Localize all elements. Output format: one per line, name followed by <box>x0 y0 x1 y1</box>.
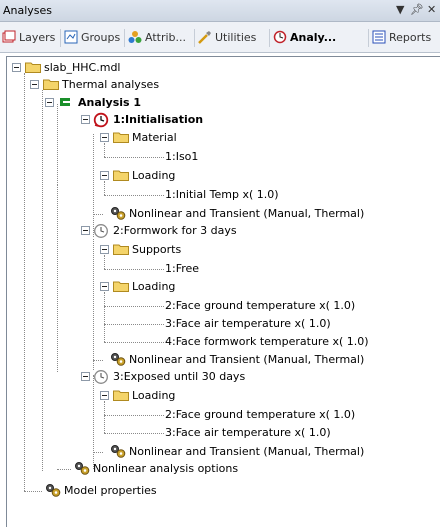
collapse-icon[interactable] <box>30 80 39 89</box>
gears-icon <box>111 445 126 458</box>
collapse-icon[interactable] <box>81 226 90 235</box>
tab-attributes[interactable]: Attrib... <box>128 28 186 48</box>
tree-label: 3:Exposed until 30 days <box>113 370 246 383</box>
tree-label: 1:Free <box>165 262 200 275</box>
tree-label: 1:Initial Temp x( 1.0) <box>165 188 279 201</box>
collapse-icon[interactable] <box>100 391 109 400</box>
pin-icon[interactable]: 📌︎ <box>410 3 424 17</box>
tab-label: Groups <box>81 31 121 44</box>
panel-titlebar: Analyses ▼ 📌︎ ✕ <box>0 0 440 22</box>
tab-label: Analy... <box>290 31 337 44</box>
collapse-icon[interactable] <box>81 372 90 381</box>
groups-icon <box>64 30 78 44</box>
stage-clock-icon <box>94 224 108 238</box>
tree-label: 2:Formwork for 3 days <box>113 224 237 237</box>
folder-icon <box>43 79 59 90</box>
tree-label: Supports <box>132 243 182 256</box>
collapse-icon[interactable] <box>100 245 109 254</box>
tab-utilities[interactable]: Utilities <box>198 28 256 48</box>
folder-icon <box>113 132 129 143</box>
analyses-tree[interactable]: slab_HHC.mdl Thermal analyses Analysis 1… <box>6 56 440 527</box>
reports-icon <box>372 30 386 44</box>
analyses-icon <box>273 30 287 44</box>
tab-reports[interactable]: Reports <box>372 28 431 48</box>
tree-label: 4:Face formwork temperature x( 1.0) <box>165 335 369 348</box>
collapse-icon[interactable] <box>100 133 109 142</box>
tab-label: Reports <box>389 31 432 44</box>
tree-label: Model properties <box>64 484 157 497</box>
tree-label: Loading <box>132 280 176 293</box>
tree-label: Nonlinear analysis options <box>93 462 239 475</box>
gears-icon <box>111 353 126 366</box>
tab-groups[interactable]: Groups <box>64 28 120 48</box>
stage-clock-icon <box>93 112 109 128</box>
tree-label: Loading <box>132 169 176 182</box>
tree-label: 1:Initialisation <box>113 113 204 126</box>
tab-label: Utilities <box>215 31 257 44</box>
gears-icon <box>111 207 126 220</box>
layers-icon <box>2 30 16 43</box>
utilities-icon <box>198 31 211 44</box>
tab-label: Layers <box>19 31 56 44</box>
gears-icon <box>75 462 90 475</box>
tree-label: Analysis 1 <box>78 96 142 109</box>
folder-icon <box>113 170 129 181</box>
folder-icon <box>25 62 41 73</box>
tree-label: 3:Face air temperature x( 1.0) <box>165 426 331 439</box>
collapse-icon[interactable] <box>100 282 109 291</box>
tree-label: 3:Face air temperature x( 1.0) <box>165 317 331 330</box>
folder-icon <box>113 244 129 255</box>
tree-label: Thermal analyses <box>62 78 160 91</box>
tree-label: Loading <box>132 389 176 402</box>
tree-label: 2:Face ground temperature x( 1.0) <box>165 408 356 421</box>
tree-label: 2:Face ground temperature x( 1.0) <box>165 299 356 312</box>
dropdown-icon[interactable]: ▼ <box>396 3 404 17</box>
tab-label: Attrib... <box>145 31 187 44</box>
collapse-icon[interactable] <box>12 63 21 72</box>
collapse-icon[interactable] <box>81 115 90 124</box>
folder-icon <box>113 390 129 401</box>
gears-icon <box>46 484 61 497</box>
tree-label: slab_HHC.mdl <box>44 61 121 74</box>
attributes-icon <box>128 31 142 43</box>
tab-layers[interactable]: Layers <box>2 28 55 48</box>
tree-label: Material <box>132 131 177 144</box>
tree-label: Nonlinear and Transient (Manual, Thermal… <box>129 445 365 458</box>
stage-clock-icon <box>94 370 108 384</box>
folder-icon <box>113 281 129 292</box>
tree-label: 1:Iso1 <box>165 150 199 163</box>
collapse-icon[interactable] <box>100 171 109 180</box>
analysis-flag-icon <box>60 98 70 106</box>
collapse-icon[interactable] <box>45 98 54 107</box>
tree-label: Nonlinear and Transient (Manual, Thermal… <box>129 207 365 220</box>
tab-analyses[interactable]: Analy... <box>273 28 336 48</box>
tab-strip: Layers Groups Attrib... Utilities Analy.… <box>0 22 440 53</box>
close-icon[interactable]: ✕ <box>427 3 436 17</box>
tree-label: Nonlinear and Transient (Manual, Thermal… <box>129 353 365 366</box>
panel-title: Analyses <box>3 4 53 17</box>
